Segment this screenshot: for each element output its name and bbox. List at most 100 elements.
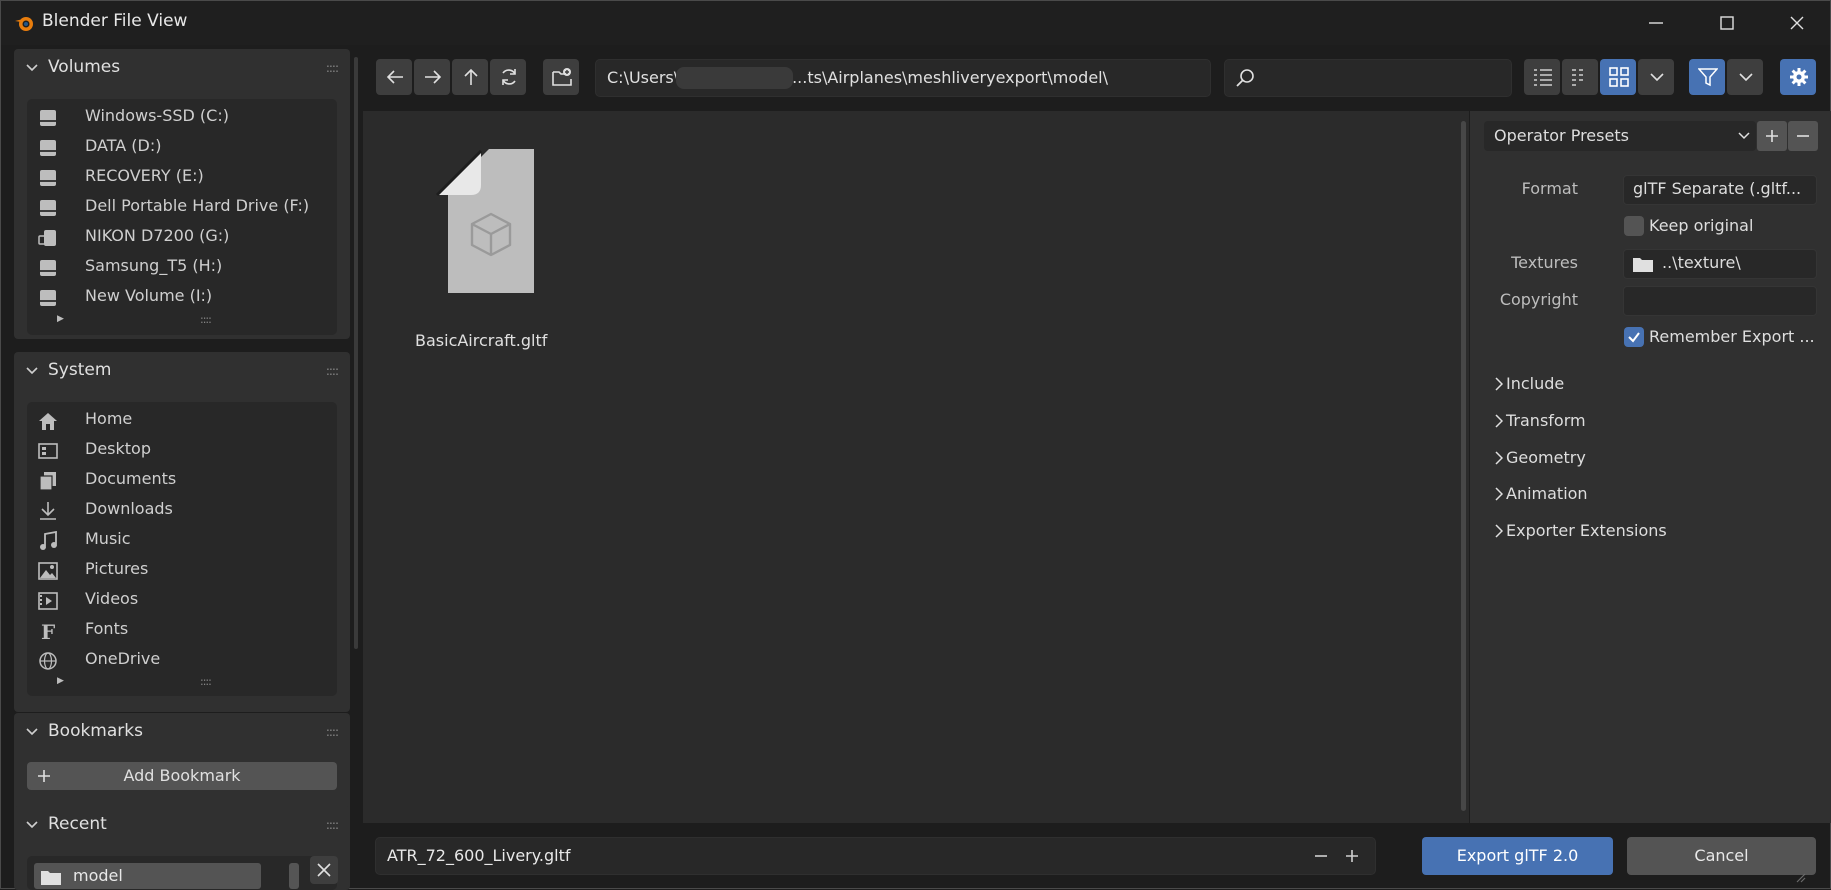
drive-icon	[40, 260, 56, 276]
checkmark-icon	[1628, 332, 1640, 343]
arrow-left-icon	[386, 70, 403, 84]
plus-icon	[1766, 130, 1778, 142]
recent-panel-header[interactable]: Recent ::::	[14, 806, 350, 844]
section-include[interactable]: Include	[1495, 374, 1565, 393]
volume-item-windows-ssd[interactable]: Windows-SSD (C:)	[37, 103, 327, 131]
system-item-onedrive[interactable]: OneDrive	[37, 646, 327, 674]
folder-icon	[41, 871, 61, 885]
volumes-list: Windows-SSD (C:) DATA (D:) RECOVERY (E:)…	[27, 99, 337, 335]
file-list-scrollbar[interactable]	[1461, 121, 1466, 811]
chevron-down-icon	[26, 64, 38, 72]
chevron-right-icon	[1495, 524, 1503, 538]
remove-preset-button[interactable]	[1788, 121, 1818, 151]
volume-item-new-volume[interactable]: New Volume (I:)	[37, 283, 327, 311]
system-item-label: Pictures	[85, 559, 149, 578]
arrow-right-icon	[425, 70, 442, 84]
volumes-header-label: Volumes	[48, 57, 121, 77]
forward-button[interactable]	[414, 59, 450, 95]
close-icon	[317, 863, 331, 877]
drive-icon	[40, 200, 56, 216]
minus-icon	[1797, 135, 1809, 137]
cancel-button[interactable]: Cancel	[1627, 837, 1816, 875]
export-button[interactable]: Export glTF 2.0	[1422, 837, 1613, 875]
drag-grip-icon[interactable]: ::::	[326, 364, 339, 378]
bookmarks-header-label: Bookmarks	[48, 721, 143, 741]
close-window-button[interactable]	[1767, 7, 1827, 39]
system-item-music[interactable]: Music	[37, 526, 327, 554]
resize-corner-icon[interactable]	[1794, 871, 1806, 883]
operator-presets-dropdown[interactable]: Operator Presets	[1484, 121, 1756, 151]
folder-icon	[1633, 258, 1653, 272]
section-geometry[interactable]: Geometry	[1495, 448, 1586, 467]
display-settings-dropdown[interactable]	[1638, 59, 1674, 95]
volume-item-samsung[interactable]: Samsung_T5 (H:)	[37, 253, 327, 281]
home-icon	[39, 413, 57, 430]
drag-grip-icon[interactable]: ::::	[326, 725, 339, 739]
system-item-documents[interactable]: Documents	[37, 466, 327, 494]
system-item-pictures[interactable]: Pictures	[37, 556, 327, 584]
recent-item-model[interactable]: model	[34, 863, 261, 889]
system-item-fonts[interactable]: F Fonts	[37, 616, 327, 644]
gear-icon	[1790, 68, 1808, 86]
volume-item-dell[interactable]: Dell Portable Hard Drive (F:)	[37, 193, 327, 221]
parent-directory-button[interactable]	[452, 59, 488, 95]
system-item-videos[interactable]: Videos	[37, 586, 327, 614]
section-label: Include	[1506, 374, 1565, 393]
section-label: Transform	[1506, 411, 1586, 430]
drag-grip-icon[interactable]: ::::	[326, 818, 339, 832]
textures-field[interactable]: ..\texture\	[1623, 249, 1817, 279]
resize-grip-icon[interactable]: ::::	[200, 675, 212, 688]
filter-toggle-button[interactable]	[1689, 59, 1725, 95]
bookmarks-panel-header[interactable]: Bookmarks ::::	[14, 713, 350, 751]
add-preset-button[interactable]	[1757, 121, 1787, 151]
keep-original-checkbox[interactable]	[1624, 216, 1644, 236]
display-thumbnails-button[interactable]	[1600, 59, 1636, 95]
expand-triangle-icon[interactable]: ▶	[57, 314, 64, 324]
file-item-basicaircraft[interactable]	[411, 141, 551, 351]
sidebar-scrollbar[interactable]	[354, 57, 358, 649]
maximize-button[interactable]	[1697, 7, 1757, 39]
system-item-desktop[interactable]: Desktop	[37, 436, 327, 464]
volume-item-recovery[interactable]: RECOVERY (E:)	[37, 163, 327, 191]
back-button[interactable]	[376, 59, 412, 95]
system-item-home[interactable]: Home	[37, 406, 327, 434]
filename-field[interactable]: ATR_72_600_Livery.gltf	[375, 837, 1376, 875]
section-transform[interactable]: Transform	[1495, 411, 1586, 430]
copyright-field[interactable]	[1623, 286, 1817, 316]
drive-icon	[40, 110, 56, 126]
section-exporter-extensions[interactable]: Exporter Extensions	[1495, 521, 1667, 540]
volumes-panel-header[interactable]: Volumes ::::	[14, 49, 350, 87]
refresh-button[interactable]	[490, 59, 526, 95]
pictures-icon	[38, 562, 58, 580]
remove-recent-button[interactable]	[310, 856, 338, 884]
expand-triangle-icon[interactable]: ▶	[57, 676, 64, 686]
filter-icon	[1698, 68, 1718, 87]
copyright-label: Copyright	[1499, 290, 1578, 309]
search-field[interactable]	[1224, 59, 1512, 97]
display-list-horizontal-button[interactable]	[1562, 59, 1598, 95]
settings-toggle-button[interactable]	[1780, 59, 1816, 95]
blender-logo-icon	[15, 17, 33, 31]
format-dropdown[interactable]: glTF Separate (.gltf...	[1623, 175, 1817, 205]
search-icon	[1236, 69, 1254, 87]
volume-item-nikon[interactable]: NIKON D7200 (G:)	[37, 223, 327, 251]
resize-grip-icon[interactable]: ::::	[200, 313, 212, 326]
new-folder-button[interactable]	[543, 59, 579, 95]
system-item-downloads[interactable]: Downloads	[37, 496, 327, 524]
display-list-vertical-button[interactable]	[1524, 59, 1560, 95]
list-vertical-icon	[1534, 69, 1552, 86]
filter-settings-dropdown[interactable]	[1727, 59, 1763, 95]
thumbnails-icon	[1609, 67, 1629, 87]
remember-export-checkbox[interactable]	[1624, 327, 1644, 347]
minimize-button[interactable]	[1626, 7, 1686, 39]
section-animation[interactable]: Animation	[1495, 484, 1588, 503]
minus-icon[interactable]	[1314, 849, 1328, 863]
filename-value: ATR_72_600_Livery.gltf	[387, 846, 571, 865]
add-bookmark-button[interactable]: Add Bookmark	[27, 762, 337, 790]
volume-item-data[interactable]: DATA (D:)	[37, 133, 327, 161]
drag-grip-icon[interactable]: ::::	[326, 61, 339, 75]
system-panel-header[interactable]: System ::::	[14, 352, 350, 390]
svg-text:F: F	[41, 621, 55, 641]
recent-scrollbar[interactable]	[289, 863, 299, 889]
plus-icon[interactable]	[1345, 849, 1359, 863]
